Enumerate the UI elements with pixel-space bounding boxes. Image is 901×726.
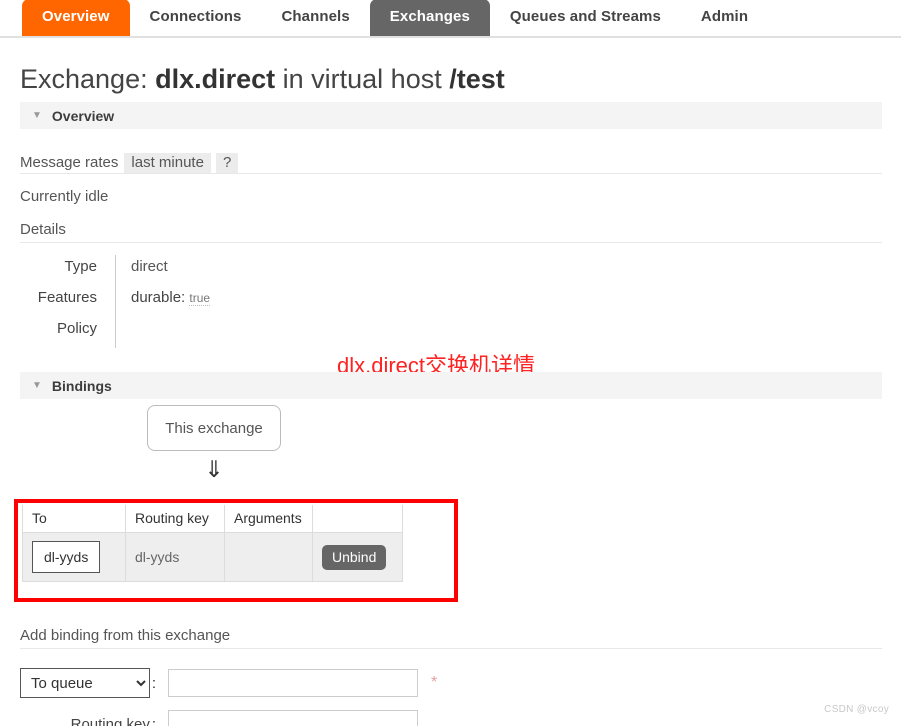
nav-tab-list: Overview Connections Channels Exchanges … bbox=[22, 0, 768, 36]
routing-key-input[interactable] bbox=[168, 710, 418, 726]
section-header-bindings[interactable]: ▼ Bindings bbox=[20, 372, 882, 399]
bindings-table-body: dl-yyds dl-yyds Unbind bbox=[22, 532, 403, 582]
required-marker: * bbox=[431, 674, 438, 691]
routing-key-label: Routing key bbox=[70, 715, 150, 726]
queue-link-dl-yyds[interactable]: dl-yyds bbox=[32, 541, 101, 573]
unbind-button[interactable]: Unbind bbox=[322, 544, 387, 570]
column-header-to: To bbox=[22, 505, 126, 533]
table-row: dl-yyds dl-yyds Unbind bbox=[22, 532, 403, 582]
watermark-text: CSDN @vcoy bbox=[824, 704, 889, 715]
message-rates-row: Message rates last minute ? bbox=[20, 150, 882, 174]
exchange-details-table: Type direct Features durable: true Polic… bbox=[20, 255, 520, 348]
currently-idle-text: Currently idle bbox=[20, 188, 109, 205]
add-binding-title: Add binding from this exchange bbox=[20, 627, 882, 649]
details-label: Details bbox=[20, 221, 882, 243]
nav-tab-admin[interactable]: Admin bbox=[681, 0, 768, 36]
message-rates-period-button[interactable]: last minute bbox=[124, 153, 211, 173]
routing-key-label-cell: Routing key : bbox=[20, 716, 168, 726]
cell-action: Unbind bbox=[312, 532, 403, 582]
help-icon[interactable]: ? bbox=[215, 153, 239, 173]
feature-name-durable: durable: bbox=[131, 289, 186, 306]
column-header-actions bbox=[312, 505, 403, 533]
details-value-features: durable: true bbox=[115, 286, 520, 317]
destination-type-select[interactable]: To queue To exchange bbox=[20, 668, 150, 698]
add-binding-form: To queue To exchange : * Routing key : bbox=[20, 668, 520, 726]
page-title-prefix: Exchange: bbox=[20, 64, 156, 94]
destination-label-cell: To queue To exchange : bbox=[20, 668, 168, 698]
section-header-overview[interactable]: ▼ Overview bbox=[20, 102, 882, 129]
nav-tab-exchanges[interactable]: Exchanges bbox=[369, 0, 490, 36]
collapse-triangle-icon: ▼ bbox=[32, 109, 42, 121]
collapse-triangle-icon: ▼ bbox=[32, 379, 42, 391]
nav-tab-connections[interactable]: Connections bbox=[130, 0, 262, 36]
column-header-routing-key: Routing key bbox=[125, 505, 225, 533]
cell-destination: dl-yyds bbox=[22, 532, 126, 582]
routing-key-colon: : bbox=[151, 715, 156, 726]
cell-arguments bbox=[224, 532, 313, 582]
section-header-overview-label: Overview bbox=[51, 107, 115, 124]
details-key-policy: Policy bbox=[56, 320, 97, 337]
nav-tab-queues-and-streams[interactable]: Queues and Streams bbox=[490, 0, 681, 36]
nav-tab-channels[interactable]: Channels bbox=[261, 0, 369, 36]
page-title: Exchange: dlx.direct in virtual host /te… bbox=[20, 62, 505, 96]
page-title-vhost: /test bbox=[449, 64, 505, 94]
bindings-table-header-row: To Routing key Arguments bbox=[22, 505, 403, 533]
form-row-routing-key: Routing key : bbox=[20, 710, 520, 726]
rabbitmq-management-page: Overview Connections Channels Exchanges … bbox=[0, 0, 901, 726]
page-title-exchange-name: dlx.direct bbox=[155, 64, 276, 94]
page-title-middle: in virtual host bbox=[275, 64, 450, 94]
column-header-arguments: Arguments bbox=[224, 505, 313, 533]
details-key-type: Type bbox=[64, 258, 97, 275]
message-rates-label: Message rates bbox=[20, 154, 119, 171]
bindings-table: To Routing key Arguments dl-yyds dl-yyds… bbox=[22, 505, 403, 582]
bindings-table-head: To Routing key Arguments bbox=[22, 505, 403, 533]
destination-colon: : bbox=[151, 674, 156, 692]
details-value-type: direct bbox=[115, 255, 520, 286]
nav-tab-overview[interactable]: Overview bbox=[22, 0, 130, 36]
section-header-bindings-label: Bindings bbox=[51, 377, 112, 394]
this-exchange-box[interactable]: This exchange bbox=[147, 405, 281, 451]
destination-input[interactable] bbox=[168, 669, 418, 697]
main-navigation-bar: Overview Connections Channels Exchanges … bbox=[0, 0, 901, 38]
double-down-arrow-icon: ⇓ bbox=[204, 456, 224, 482]
cell-routing-key: dl-yyds bbox=[125, 532, 225, 582]
details-row-type: Type direct bbox=[20, 255, 520, 286]
details-value-policy bbox=[115, 317, 520, 348]
details-row-features: Features durable: true bbox=[20, 286, 520, 317]
form-row-destination: To queue To exchange : * bbox=[20, 668, 520, 698]
details-row-policy: Policy bbox=[20, 317, 520, 348]
details-key-features: Features bbox=[37, 289, 97, 306]
feature-value-durable: true bbox=[189, 291, 211, 306]
